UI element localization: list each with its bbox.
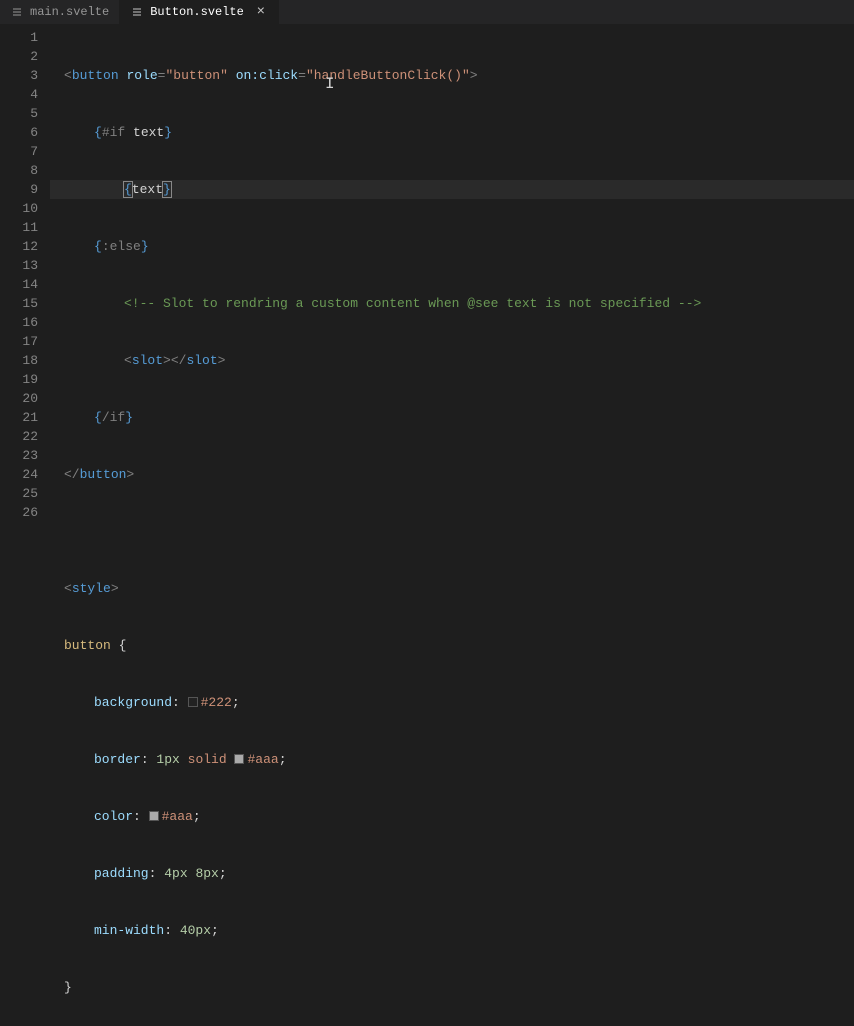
- color-swatch: [149, 811, 159, 821]
- code-line: padding: 4px 8px;: [50, 864, 854, 883]
- code-line: background: #222;: [50, 693, 854, 712]
- code-line-current: {text}: [50, 180, 854, 199]
- code-line: {#if text}: [50, 123, 854, 142]
- code-line: color: #aaa;: [50, 807, 854, 826]
- editor[interactable]: 1 2 3 4 5 6 7 8 9 10 11 12 13 14 15 16 1…: [0, 24, 854, 513]
- tab-label: main.svelte: [30, 5, 109, 19]
- tab-main[interactable]: main.svelte: [0, 0, 120, 24]
- tab-bar: main.svelte Button.svelte ×: [0, 0, 854, 24]
- code-line: <!-- Slot to rendring a custom content w…: [50, 294, 854, 313]
- code-line: min-width: 40px;: [50, 921, 854, 940]
- tab-label: Button.svelte: [150, 5, 244, 19]
- svelte-icon: [10, 5, 24, 19]
- code-line: <style>: [50, 579, 854, 598]
- code-area[interactable]: <button role="button" on:click="handleBu…: [50, 24, 854, 513]
- code-line: {:else}: [50, 237, 854, 256]
- svelte-icon: [130, 5, 144, 19]
- close-icon[interactable]: ×: [254, 5, 268, 19]
- code-line: <slot></slot>: [50, 351, 854, 370]
- code-line: }: [50, 978, 854, 997]
- code-line: {/if}: [50, 408, 854, 427]
- tab-button[interactable]: Button.svelte ×: [120, 0, 279, 24]
- code-line: <button role="button" on:click="handleBu…: [50, 66, 854, 85]
- code-line: button {: [50, 636, 854, 655]
- color-swatch: [188, 697, 198, 707]
- code-line: </button>: [50, 465, 854, 484]
- gutter: 1 2 3 4 5 6 7 8 9 10 11 12 13 14 15 16 1…: [0, 24, 50, 513]
- code-line: border: 1px solid #aaa;: [50, 750, 854, 769]
- code-line: [50, 522, 854, 541]
- color-swatch: [234, 754, 244, 764]
